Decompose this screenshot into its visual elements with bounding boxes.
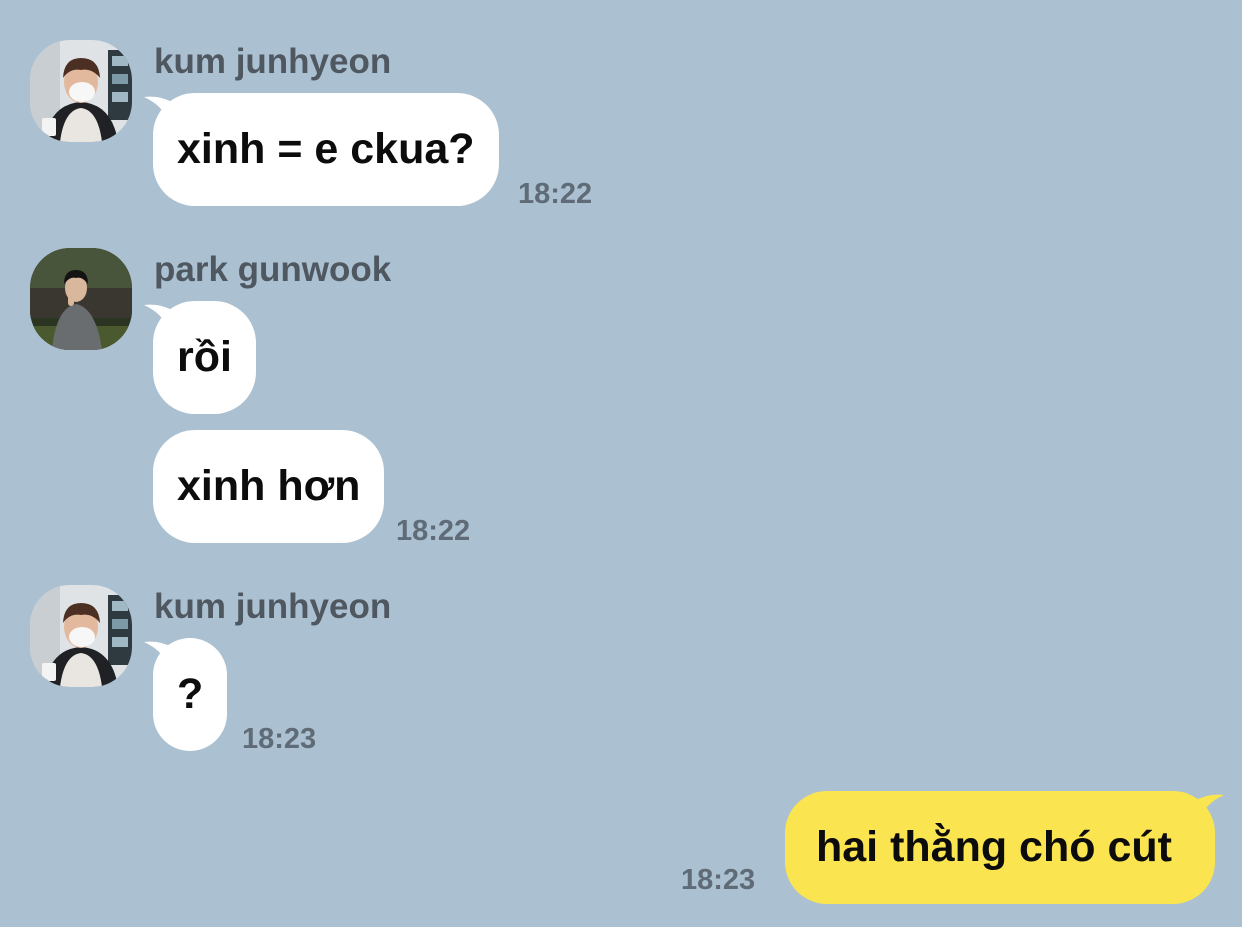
message-bubble[interactable]: hai thằng chó cút [785,791,1215,904]
person-in-grey-jacket-avatar [30,248,132,350]
person-with-white-mask-avatar [30,40,132,142]
message-timestamp: 18:23 [681,864,756,896]
message-bubble[interactable]: rồi [153,301,256,414]
message-timestamp: 18:22 [396,515,471,547]
message-timestamp: 18:23 [242,723,317,755]
sender-avatar-kum-junhyeon[interactable] [30,585,132,687]
sender-name: park gunwook [154,250,392,289]
sender-name: kum junhyeon [154,42,392,81]
sender-avatar-kum-junhyeon[interactable] [30,40,132,142]
message-bubble[interactable]: ? [153,638,228,751]
message-bubble[interactable]: xinh hơn [153,430,385,543]
message-bubble[interactable]: xinh = e ckua? [153,93,499,206]
sender-name: kum junhyeon [154,587,392,626]
sender-avatar-park-gunwook[interactable] [30,248,132,350]
message-timestamp: 18:22 [518,178,593,210]
person-with-white-mask-avatar [30,585,132,687]
